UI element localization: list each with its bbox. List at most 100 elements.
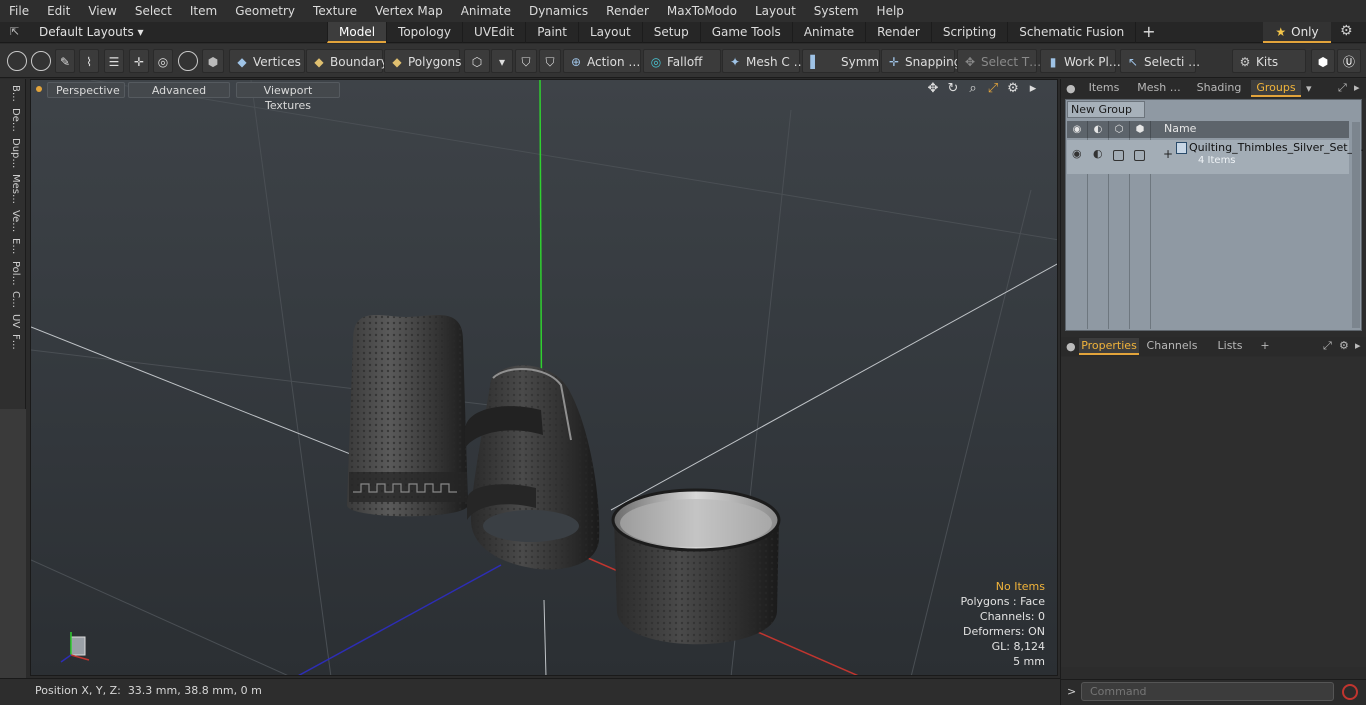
left-tab-deform[interactable]: De… — [4, 108, 22, 132]
group-row[interactable]: ◉ ◐ + Quilting_Thimbles_Silver_Set_… 4 I… — [1067, 140, 1364, 174]
only-toggle[interactable]: ★ Only — [1263, 22, 1331, 43]
left-tab-vertex[interactable]: Ve… — [4, 210, 22, 232]
tab-uvedit[interactable]: UVEdit — [462, 22, 525, 43]
vertices-button[interactable]: ◆ Vertices — [229, 49, 305, 73]
item-mode-icon[interactable]: ⬢ — [202, 49, 224, 73]
tab-layout[interactable]: Layout — [577, 22, 642, 43]
tab-setup[interactable]: Setup — [641, 22, 700, 43]
polygons-button[interactable]: ◆ Polygons — [384, 49, 461, 73]
tab-animate[interactable]: Animate — [791, 22, 865, 43]
kits-button[interactable]: ⚙ Kits — [1232, 49, 1306, 73]
menu-render[interactable]: Render — [597, 0, 658, 22]
falloff-button[interactable]: ◎ Falloff — [643, 49, 721, 73]
panel-gear-icon[interactable]: ⚙ — [1339, 339, 1349, 352]
lock-checkbox[interactable] — [1113, 150, 1124, 161]
lock-header-icon[interactable]: ⬡ — [1109, 121, 1130, 138]
selection-sets-button[interactable]: ↖ Selecti … — [1120, 49, 1200, 73]
viewport-menu-arrow-icon[interactable]: ▸ — [1023, 81, 1043, 96]
tab-mesh[interactable]: Mesh … — [1131, 80, 1187, 97]
snapping-button[interactable]: ✛ Snapping — [881, 49, 961, 73]
globe-icon[interactable] — [31, 51, 51, 71]
viewport-textures-button[interactable]: Viewport Textures — [236, 82, 340, 112]
brush-tool-icon[interactable]: ⌇ — [79, 49, 99, 73]
rotate-icon[interactable]: ↻ — [943, 81, 963, 96]
frame-tool-icon[interactable]: ◎ — [153, 49, 173, 73]
add-tab-button[interactable]: + — [1135, 22, 1161, 43]
mesh-constraint-button[interactable]: ✦ Mesh C … — [722, 49, 806, 73]
maximize-icon[interactable]: ⤢ — [983, 81, 1003, 96]
visibility-header-icon[interactable]: ◉ — [1067, 121, 1088, 138]
render-toggle-icon[interactable]: ◐ — [1093, 147, 1103, 160]
symmetry-button[interactable]: ▌ Symm … — [802, 49, 895, 73]
tab-lists[interactable]: Lists — [1209, 338, 1251, 355]
tab-schematic-fusion[interactable]: Schematic Fusion — [1007, 22, 1135, 43]
menu-select[interactable]: Select — [126, 0, 181, 22]
panel-expand-icon[interactable]: ⤢ — [1323, 339, 1332, 353]
command-input[interactable] — [1081, 682, 1334, 701]
left-tab-curve[interactable]: C… — [4, 291, 22, 308]
thimble-model-3[interactable] — [611, 488, 781, 645]
default-layouts-dropdown[interactable]: Default Layouts ▾ — [39, 22, 144, 43]
select-checkbox[interactable] — [1134, 150, 1145, 161]
material-mode-icon[interactable]: ⬡ — [464, 49, 490, 73]
align-tool-icon[interactable]: ☰ — [104, 49, 124, 73]
left-tab-uv[interactable]: UV — [4, 314, 22, 328]
tab-groups[interactable]: Groups — [1251, 80, 1301, 97]
select-circle-icon[interactable] — [7, 51, 27, 71]
cube-app-icon[interactable]: ⬢ — [1311, 49, 1335, 73]
tab-render[interactable]: Render — [865, 22, 931, 43]
left-tab-duplicate[interactable]: Dup… — [4, 138, 22, 168]
chevron-down-icon[interactable]: ▾ — [491, 49, 513, 73]
menu-geometry[interactable]: Geometry — [226, 0, 304, 22]
tabs-dropdown-icon[interactable]: ▾ — [1306, 82, 1312, 95]
render-header-icon[interactable]: ◐ — [1088, 121, 1109, 138]
tab-scripting[interactable]: Scripting — [930, 22, 1007, 43]
record-macro-icon[interactable] — [1342, 684, 1358, 700]
shield-blue-icon[interactable]: ⛉ — [515, 49, 537, 73]
menu-file[interactable]: File — [0, 0, 38, 22]
action-center-button[interactable]: ⊕ Action … — [563, 49, 641, 73]
groups-scrollbar[interactable] — [1352, 122, 1360, 328]
panel-expand-icon[interactable]: ⤢ — [1338, 81, 1347, 95]
left-tab-basic[interactable]: B… — [4, 85, 22, 102]
add-panel-tab-button[interactable]: + — [1257, 338, 1273, 355]
menu-view[interactable]: View — [79, 0, 125, 22]
menu-vertex-map[interactable]: Vertex Map — [366, 0, 452, 22]
menu-help[interactable]: Help — [868, 0, 913, 22]
select-through-button[interactable]: ✥ Select T… — [957, 49, 1041, 73]
tab-shading[interactable]: Shading — [1189, 80, 1249, 97]
menu-texture[interactable]: Texture — [304, 0, 366, 22]
pan-icon[interactable]: ✥ — [923, 81, 943, 96]
left-tab-polygon[interactable]: Pol… — [4, 261, 22, 286]
menu-edit[interactable]: Edit — [38, 0, 79, 22]
unreal-logo-icon[interactable]: Ⓤ — [1337, 49, 1361, 73]
3d-viewport[interactable]: Perspective Advanced Viewport Textures ✥… — [30, 79, 1058, 676]
select-header-icon[interactable]: ⬢ — [1130, 121, 1151, 138]
left-tab-mesh-edit[interactable]: Mes… — [4, 174, 22, 204]
left-tab-edge[interactable]: E… — [4, 238, 22, 254]
center-tool-icon[interactable]: ✛ — [129, 49, 149, 73]
panel-menu-arrow-icon[interactable]: ▸ — [1355, 339, 1361, 352]
layout-gear-icon[interactable]: ⚙ — [1340, 23, 1353, 39]
perspective-view-button[interactable]: Perspective — [47, 82, 125, 98]
boundary-button[interactable]: ◆ Boundary — [306, 49, 388, 73]
menu-maxtomodo[interactable]: MaxToModo — [658, 0, 746, 22]
panel-menu-arrow-icon[interactable]: ▸ — [1354, 81, 1360, 94]
layout-grip-icon[interactable]: ⇱ — [10, 26, 22, 38]
tab-paint[interactable]: Paint — [525, 22, 578, 43]
menu-animate[interactable]: Animate — [452, 0, 520, 22]
viewport-scene[interactable] — [31, 80, 1058, 676]
menu-item[interactable]: Item — [181, 0, 226, 22]
eye-icon[interactable]: ◉ — [1072, 147, 1082, 160]
left-tab-fusion[interactable]: F… — [4, 334, 22, 350]
tab-properties[interactable]: Properties — [1079, 338, 1139, 355]
menu-dynamics[interactable]: Dynamics — [520, 0, 597, 22]
menu-system[interactable]: System — [805, 0, 868, 22]
shield-white-icon[interactable]: ⛉ — [539, 49, 561, 73]
thimble-model-2[interactable] — [465, 365, 600, 570]
advanced-shading-button[interactable]: Advanced — [128, 82, 230, 98]
tab-game-tools[interactable]: Game Tools — [699, 22, 792, 43]
tab-model[interactable]: Model — [327, 22, 387, 43]
thimble-model-1[interactable] — [347, 315, 468, 517]
expand-plus-icon[interactable]: + — [1163, 147, 1173, 161]
